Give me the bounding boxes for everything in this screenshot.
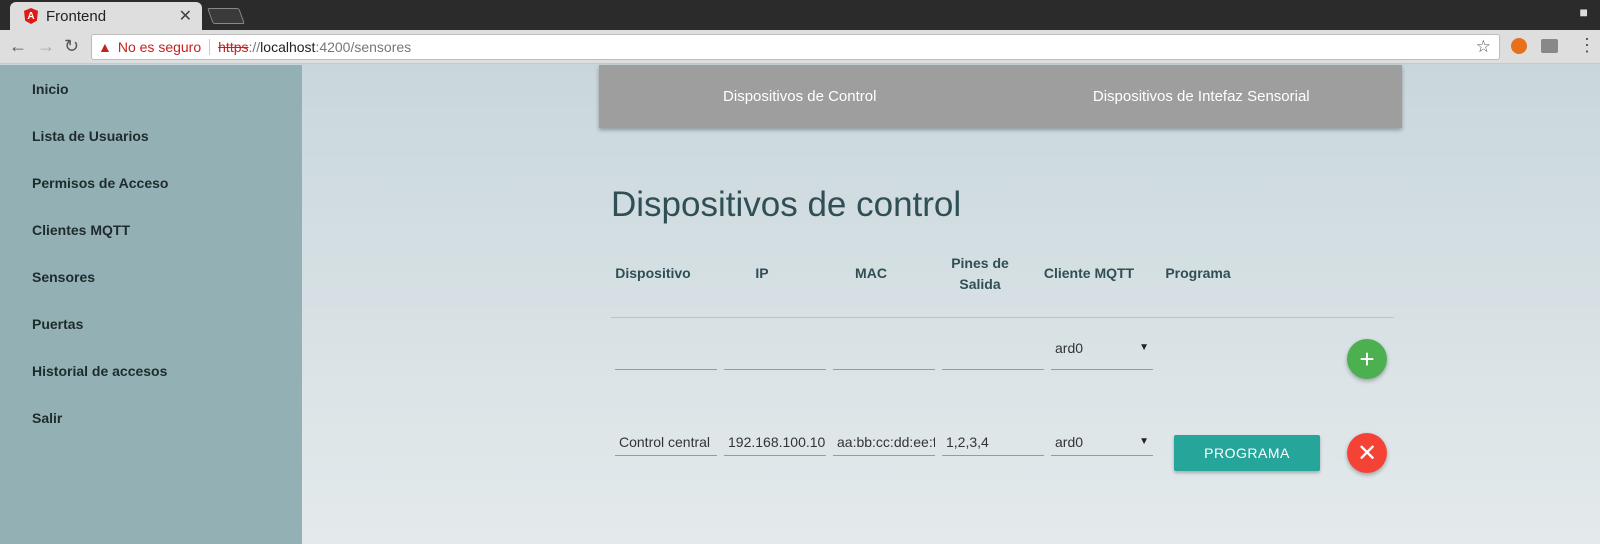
url-path: :4200/sensores <box>315 39 412 55</box>
browser-toolbar: ← → ↻ ▲ No es seguro https://localhost:4… <box>0 30 1600 64</box>
column-header-ip: IP <box>755 265 769 281</box>
url-divider <box>209 39 211 55</box>
browser-tab[interactable]: A Frontend ✕ <box>10 2 202 30</box>
profile-icon[interactable]: ■ <box>1580 4 1588 20</box>
row-mac-input[interactable]: aa:bb:cc:dd:ee:ff <box>833 428 935 456</box>
kebab-menu-icon[interactable]: ⋮ <box>1578 35 1596 56</box>
sidebar-item-inicio[interactable]: Inicio <box>32 81 69 97</box>
new-cliente-select[interactable]: ard0 ▼ <box>1051 335 1153 370</box>
new-pines-input[interactable] <box>942 342 1044 370</box>
sidebar-item-permisos[interactable]: Permisos de Acceso <box>32 175 168 191</box>
new-tab-button[interactable] <box>207 8 245 24</box>
page-title: Dispositivos de control <box>611 185 962 224</box>
sidebar-item-usuarios[interactable]: Lista de Usuarios <box>32 128 149 144</box>
column-header-dispositivo: Dispositivo <box>615 265 691 281</box>
back-arrow-icon[interactable]: ← <box>9 36 27 57</box>
tab-dispositivos-sensorial[interactable]: Dispositivos de Intefaz Sensorial <box>1001 65 1403 128</box>
extension-icon[interactable] <box>1541 39 1558 53</box>
url-scheme-separator: :// <box>248 39 261 55</box>
url-host: localhost <box>260 39 316 55</box>
tab-title: Frontend <box>46 7 107 25</box>
table-header-divider <box>611 317 1394 318</box>
device-type-nav: Dispositivos de Control Dispositivos de … <box>599 65 1402 128</box>
sidebar-item-clientes-mqtt[interactable]: Clientes MQTT <box>32 222 130 238</box>
row-cliente-select[interactable]: ard0 ▼ <box>1051 428 1153 456</box>
new-dispositivo-input[interactable] <box>615 342 717 370</box>
plus-icon: + <box>1359 343 1375 374</box>
add-button[interactable]: + <box>1347 339 1387 379</box>
forward-arrow-icon[interactable]: → <box>37 36 55 57</box>
sidebar-item-sensores[interactable]: Sensores <box>32 269 95 285</box>
close-tab-icon[interactable]: ✕ <box>179 6 192 26</box>
bookmark-star-icon[interactable]: ☆ <box>1476 37 1491 57</box>
row-dispositivo-input[interactable]: Control central <box>615 428 717 456</box>
select-value: ard0 <box>1055 434 1084 450</box>
sidebar-item-historial[interactable]: Historial de accesos <box>32 363 167 379</box>
browser-tab-bar: A Frontend ✕ ■ <box>0 0 1600 30</box>
tab-dispositivos-control[interactable]: Dispositivos de Control <box>599 65 1001 128</box>
sidebar: Inicio Lista de Usuarios Permisos de Acc… <box>0 65 302 544</box>
delete-button[interactable]: ✕ <box>1347 433 1387 473</box>
extension-icon[interactable] <box>1511 38 1527 54</box>
security-label: No es seguro <box>117 39 202 55</box>
sidebar-item-salir[interactable]: Salir <box>32 410 62 426</box>
column-header-mac: MAC <box>855 265 887 281</box>
new-mac-input[interactable] <box>833 342 935 370</box>
row-pines-input[interactable]: 1,2,3,4 <box>942 428 1044 456</box>
programa-button[interactable]: PROGRAMA <box>1174 435 1320 471</box>
row-ip-input[interactable]: 192.168.100.10 <box>724 428 826 456</box>
column-header-cliente: Cliente MQTT <box>1043 265 1135 281</box>
column-header-pines: Pines de Salida <box>951 255 1009 292</box>
select-value: ard0 <box>1055 340 1084 356</box>
dropdown-arrow-icon: ▼ <box>1139 436 1149 447</box>
new-ip-input[interactable] <box>724 342 826 370</box>
address-bar[interactable]: ▲ No es seguro https://localhost:4200/se… <box>91 34 1500 60</box>
column-header-programa: Programa <box>1165 265 1231 281</box>
main-content: Dispositivos de Control Dispositivos de … <box>302 65 1600 544</box>
angular-icon: A <box>24 8 38 24</box>
url-scheme: https <box>218 39 249 55</box>
dropdown-arrow-icon: ▼ <box>1139 342 1149 353</box>
warning-icon: ▲ <box>98 39 112 55</box>
close-icon: ✕ <box>1356 439 1378 467</box>
sidebar-item-puertas[interactable]: Puertas <box>32 316 83 332</box>
reload-icon[interactable]: ↻ <box>64 36 79 57</box>
